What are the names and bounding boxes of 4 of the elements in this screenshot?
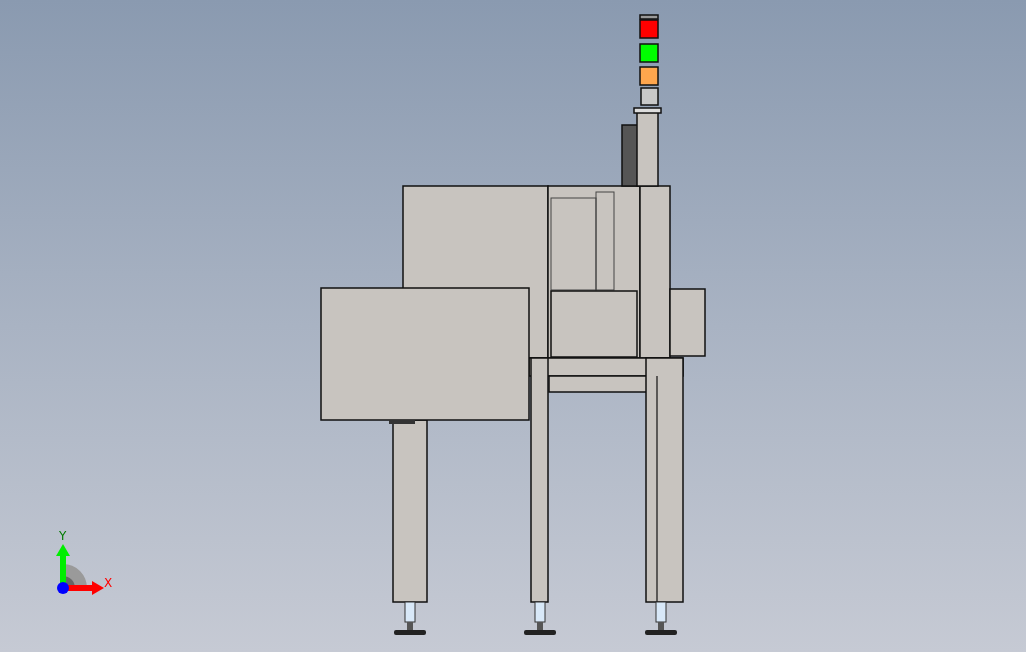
tower-cap [639,14,659,20]
x-axis-label: X [104,577,113,589]
axis-triad-icon [54,544,104,596]
y-axis-label: Y [59,530,67,542]
